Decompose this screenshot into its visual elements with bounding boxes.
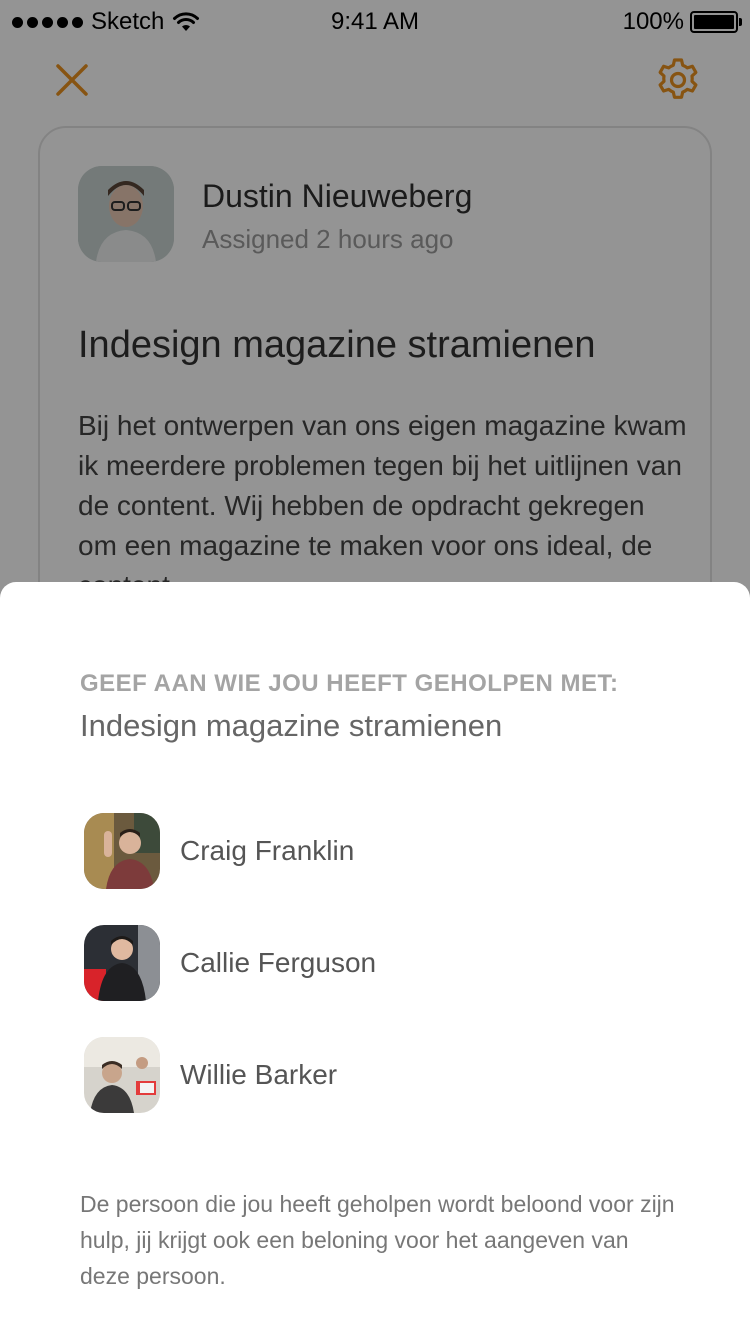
- sheet-heading: GEEF AAN WIE JOU HEEFT GEHOLPEN MET:: [80, 670, 619, 697]
- avatar: [84, 925, 160, 1001]
- helper-selection-sheet: GEEF AAN WIE JOU HEEFT GEHOLPEN MET: Ind…: [0, 582, 750, 1334]
- sheet-task-title: Indesign magazine stramienen: [80, 708, 503, 743]
- person-name: Willie Barker: [180, 1059, 338, 1090]
- person-item-willie-barker[interactable]: Willie Barker: [84, 1036, 684, 1114]
- person-item-craig-franklin[interactable]: Craig Franklin: [84, 812, 684, 890]
- avatar: [84, 1037, 160, 1113]
- person-name: Craig Franklin: [180, 835, 355, 866]
- person-item-callie-ferguson[interactable]: Callie Ferguson: [84, 924, 684, 1002]
- reward-info-text: De persoon die jou heeft geholpen wordt …: [80, 1191, 675, 1289]
- avatar: [84, 813, 160, 889]
- person-name: Callie Ferguson: [180, 947, 377, 978]
